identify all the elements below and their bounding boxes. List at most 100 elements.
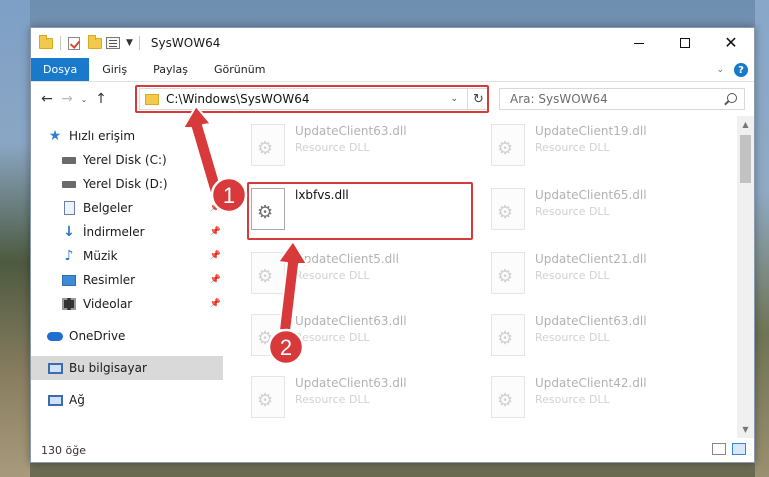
new-folder-icon[interactable] — [88, 34, 102, 49]
pin-icon[interactable]: 📌 — [210, 275, 221, 285]
cloud-icon — [47, 328, 63, 344]
file-item[interactable]: UpdateClient65.dll Resource DLL — [491, 186, 721, 240]
pin-icon[interactable]: 📌 — [210, 299, 221, 309]
document-icon — [61, 200, 77, 216]
tab-home[interactable]: Giriş — [89, 58, 140, 81]
sidebar-item-local-disk-d[interactable]: Yerel Disk (D:) — [31, 172, 227, 196]
sidebar-item-music[interactable]: ♪ Müzik 📌 — [31, 244, 227, 268]
file-description: Resource DLL — [295, 141, 370, 154]
tab-share[interactable]: Paylaş — [140, 58, 201, 81]
details-view-icon[interactable] — [712, 443, 726, 455]
file-item[interactable]: UpdateClient5.dll Resource DLL — [251, 250, 481, 304]
tiles-view-icon[interactable] — [732, 443, 746, 455]
file-description: Resource DLL — [535, 205, 610, 218]
maximize-icon — [680, 38, 690, 48]
navigation-pane: ★ Hızlı erişim Yerel Disk (C:) Yerel Dis… — [31, 116, 227, 438]
properties-check-icon[interactable] — [68, 36, 80, 50]
scroll-down-chevron-icon[interactable]: ▼ — [737, 421, 754, 438]
dll-file-icon — [491, 124, 525, 166]
view-properties-icon[interactable] — [106, 37, 120, 49]
title-divider — [138, 36, 140, 50]
file-name: UpdateClient63.dll — [295, 376, 407, 390]
status-bar: 130 öğe — [31, 438, 754, 462]
file-name: UpdateClient63.dll — [295, 124, 407, 138]
sidebar-item-label: Yerel Disk (C:) — [83, 153, 167, 167]
file-item[interactable]: UpdateClient63.dll Resource DLL — [251, 312, 481, 366]
file-description: Resource DLL — [295, 331, 370, 344]
sidebar-item-label: Yerel Disk (D:) — [83, 177, 168, 191]
hard-disk-icon — [61, 152, 77, 168]
vertical-scrollbar[interactable]: ▲ ▼ — [737, 116, 754, 438]
forward-arrow-icon[interactable]: → — [57, 91, 77, 107]
dll-file-icon — [491, 314, 525, 356]
minimize-button[interactable] — [616, 28, 662, 58]
sidebar-item-this-pc[interactable]: Bu bilgisayar — [31, 356, 223, 380]
dll-file-icon — [251, 124, 285, 166]
file-item[interactable]: UpdateClient63.dll Resource DLL — [491, 312, 721, 366]
network-icon — [47, 392, 63, 408]
minimize-icon — [634, 42, 644, 44]
up-arrow-icon[interactable]: ↑ — [91, 91, 111, 107]
scroll-up-chevron-icon[interactable]: ▲ — [737, 116, 754, 133]
file-description: Resource DLL — [295, 269, 370, 282]
sidebar-item-quick-access[interactable]: ★ Hızlı erişim — [31, 124, 227, 148]
sidebar-item-label: Resimler — [83, 273, 136, 287]
sidebar-item-local-disk-c[interactable]: Yerel Disk (C:) — [31, 148, 227, 172]
pin-icon[interactable]: 📌 — [210, 227, 221, 237]
sidebar-item-label: Ağ — [69, 393, 85, 407]
sidebar-item-label: Bu bilgisayar — [69, 361, 147, 375]
file-name: UpdateClient21.dll — [535, 252, 647, 266]
search-icon[interactable] — [727, 93, 737, 103]
file-item[interactable]: UpdateClient19.dll Resource DLL — [491, 122, 721, 176]
file-name: UpdateClient5.dll — [295, 252, 399, 266]
file-item[interactable]: UpdateClient21.dll Resource DLL — [491, 250, 721, 304]
file-item[interactable]: UpdateClient42.dll Resource DLL — [491, 374, 721, 428]
sidebar-item-network[interactable]: Ağ — [31, 388, 227, 412]
quick-access-toolbar: ▼ — [31, 34, 133, 50]
file-name: UpdateClient65.dll — [535, 188, 647, 202]
music-icon: ♪ — [64, 248, 74, 264]
sidebar-item-label: Belgeler — [83, 201, 133, 215]
close-button[interactable]: ✕ — [708, 28, 754, 58]
tab-file[interactable]: Dosya — [31, 58, 90, 81]
file-highlight-box — [247, 182, 473, 240]
file-item[interactable]: UpdateClient63.dll Resource DLL — [251, 374, 481, 428]
back-arrow-icon[interactable]: ← — [37, 91, 57, 107]
sidebar-item-label: OneDrive — [69, 329, 126, 343]
pin-icon[interactable]: 📌 — [210, 203, 221, 213]
ribbon-right-controls: ⌄ ? — [716, 58, 748, 82]
file-list: UpdateClient63.dll Resource DLL lxbfvs.d… — [227, 116, 754, 438]
chevron-down-icon[interactable]: ▼ — [126, 38, 133, 48]
file-item[interactable]: UpdateClient63.dll Resource DLL — [251, 122, 481, 176]
search-input[interactable]: Ara: SysWOW64 — [499, 88, 745, 110]
pin-icon[interactable]: 📌 — [210, 251, 221, 261]
hard-disk-icon — [61, 176, 77, 192]
expand-ribbon-chevron-icon[interactable]: ⌄ — [716, 65, 724, 75]
navigation-bar: ← → ⌄ ↑ C:\Windows\SysWOW64 ⌄ ↻ Ara: Sys… — [31, 82, 754, 116]
window-controls: ✕ — [616, 28, 754, 58]
item-count: 130 öğe — [41, 443, 86, 457]
sidebar-item-label: Müzik — [83, 249, 118, 263]
file-name: UpdateClient42.dll — [535, 376, 647, 390]
video-icon — [61, 296, 77, 312]
desktop-background-right — [755, 0, 769, 477]
pictures-icon — [61, 272, 77, 288]
maximize-button[interactable] — [662, 28, 708, 58]
dll-file-icon — [491, 188, 525, 230]
tab-view[interactable]: Görünüm — [201, 58, 278, 81]
sidebar-item-documents[interactable]: Belgeler 📌 — [31, 196, 227, 220]
file-description: Resource DLL — [535, 331, 610, 344]
sidebar-item-label: Hızlı erişim — [69, 129, 136, 143]
sidebar-item-pictures[interactable]: Resimler 📌 — [31, 268, 227, 292]
sidebar-item-downloads[interactable]: ↓ İndirmeler 📌 — [31, 220, 227, 244]
recent-locations-chevron-icon[interactable]: ⌄ — [77, 95, 91, 104]
scrollbar-thumb[interactable] — [740, 135, 751, 183]
help-icon[interactable]: ? — [734, 63, 748, 77]
title-bar[interactable]: ▼ SysWOW64 ✕ — [31, 28, 754, 58]
sidebar-item-videos[interactable]: Videolar 📌 — [31, 292, 227, 316]
file-name: UpdateClient63.dll — [295, 314, 407, 328]
sidebar-item-onedrive[interactable]: OneDrive — [31, 324, 227, 348]
sidebar-item-label: Videolar — [83, 297, 133, 311]
